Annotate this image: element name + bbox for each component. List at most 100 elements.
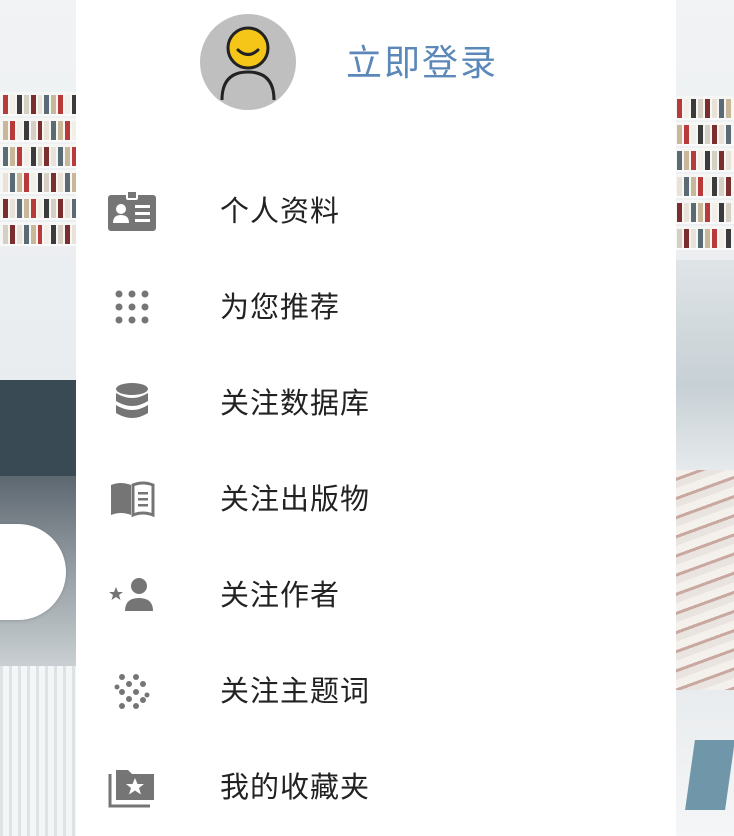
book-spine: [9, 173, 15, 192]
book-spine: [44, 147, 50, 166]
book-spine: [726, 177, 731, 196]
shelf-row: [674, 226, 734, 250]
book-spine: [712, 151, 717, 170]
book-spine: [23, 95, 29, 114]
book-spine: [691, 125, 696, 144]
book-spine: [65, 95, 71, 114]
login-link[interactable]: 立即登录: [346, 38, 498, 90]
shelf-row: [0, 144, 80, 168]
book-spine: [44, 121, 50, 140]
book-spine: [705, 125, 710, 144]
book-spine: [51, 173, 57, 192]
menu-item-follow-database[interactable]: 关注数据库: [76, 355, 676, 451]
bookshelf-left: [0, 92, 80, 248]
menu-item-profile[interactable]: 个人资料: [76, 163, 676, 259]
shelf-row: [0, 170, 80, 194]
book-spine: [23, 147, 29, 166]
menu-item-recommend[interactable]: 为您推荐: [76, 259, 676, 355]
book-spine: [51, 95, 57, 114]
book-spine: [16, 225, 22, 244]
book-spine: [677, 99, 682, 118]
book-spine: [698, 229, 703, 248]
book-spine: [16, 121, 22, 140]
book-spine: [37, 95, 43, 114]
book-spine: [705, 229, 710, 248]
user-avatar-icon[interactable]: [200, 14, 296, 110]
book-spine: [719, 229, 724, 248]
bookshelf-right: [674, 96, 734, 252]
book-spine: [58, 95, 64, 114]
book-spine: [677, 229, 682, 248]
book-spine: [705, 99, 710, 118]
dots-grid-icon: [108, 283, 156, 331]
background-shelves-lower: [674, 470, 734, 690]
book-spine: [698, 177, 703, 196]
book-spine: [58, 173, 64, 192]
book-spine: [705, 177, 710, 196]
book-spine: [16, 95, 22, 114]
book-spine: [719, 177, 724, 196]
book-spine: [58, 147, 64, 166]
book-spine: [37, 147, 43, 166]
book-spine: [37, 225, 43, 244]
menu-item-follow-author[interactable]: 关注作者: [76, 547, 676, 643]
background-banner: [0, 380, 80, 476]
star-person-icon: [108, 571, 156, 619]
book-spine: [719, 203, 724, 222]
menu-item-favorites[interactable]: 我的收藏夹: [76, 739, 676, 835]
drawer-header: 立即登录: [76, 0, 676, 130]
database-icon: [108, 379, 156, 427]
book-spine: [9, 147, 15, 166]
book-spine: [677, 177, 682, 196]
book-spine: [712, 203, 717, 222]
book-spine: [51, 225, 57, 244]
book-spine: [712, 177, 717, 196]
book-spine: [30, 225, 36, 244]
book-spine: [30, 121, 36, 140]
navigation-drawer: 立即登录 个人资料 为您推荐 关注数据库 关注出版物 关注作者 关注主题词 我的…: [76, 0, 676, 836]
shelf-row: [674, 200, 734, 224]
book-spine: [23, 225, 29, 244]
book-spine: [9, 121, 15, 140]
book-spine: [3, 225, 8, 244]
book-spine: [691, 229, 696, 248]
book-spine: [698, 151, 703, 170]
book-spine: [65, 199, 71, 218]
book-spine: [65, 173, 71, 192]
book-spine: [677, 151, 682, 170]
book-spine: [684, 151, 689, 170]
book-spine: [23, 199, 29, 218]
book-open-icon: [108, 475, 156, 523]
book-spine: [712, 125, 717, 144]
background-wall: [674, 260, 734, 470]
book-spine: [65, 147, 71, 166]
book-spine: [684, 203, 689, 222]
shelf-row: [0, 118, 80, 142]
book-spine: [58, 121, 64, 140]
shelf-row: [674, 148, 734, 172]
book-spine: [698, 125, 703, 144]
book-spine: [30, 147, 36, 166]
book-spine: [719, 99, 724, 118]
book-spine: [684, 229, 689, 248]
book-spine: [726, 229, 731, 248]
book-spine: [51, 121, 57, 140]
book-spine: [719, 151, 724, 170]
book-spine: [44, 173, 50, 192]
menu-item-follow-subject[interactable]: 关注主题词: [76, 643, 676, 739]
book-spine: [9, 199, 15, 218]
menu-item-label: 为您推荐: [220, 290, 341, 324]
book-spine: [3, 147, 8, 166]
book-spine: [51, 199, 57, 218]
book-spine: [677, 125, 682, 144]
book-spine: [726, 125, 731, 144]
background-railing: [0, 666, 80, 836]
shelf-row: [674, 96, 734, 120]
book-spine: [44, 199, 50, 218]
menu-item-follow-publication[interactable]: 关注出版物: [76, 451, 676, 547]
book-spine: [23, 173, 29, 192]
book-spine: [726, 203, 731, 222]
scatter-dots-icon: [108, 667, 156, 715]
star-folder-icon: [108, 763, 156, 811]
book-spine: [58, 225, 64, 244]
